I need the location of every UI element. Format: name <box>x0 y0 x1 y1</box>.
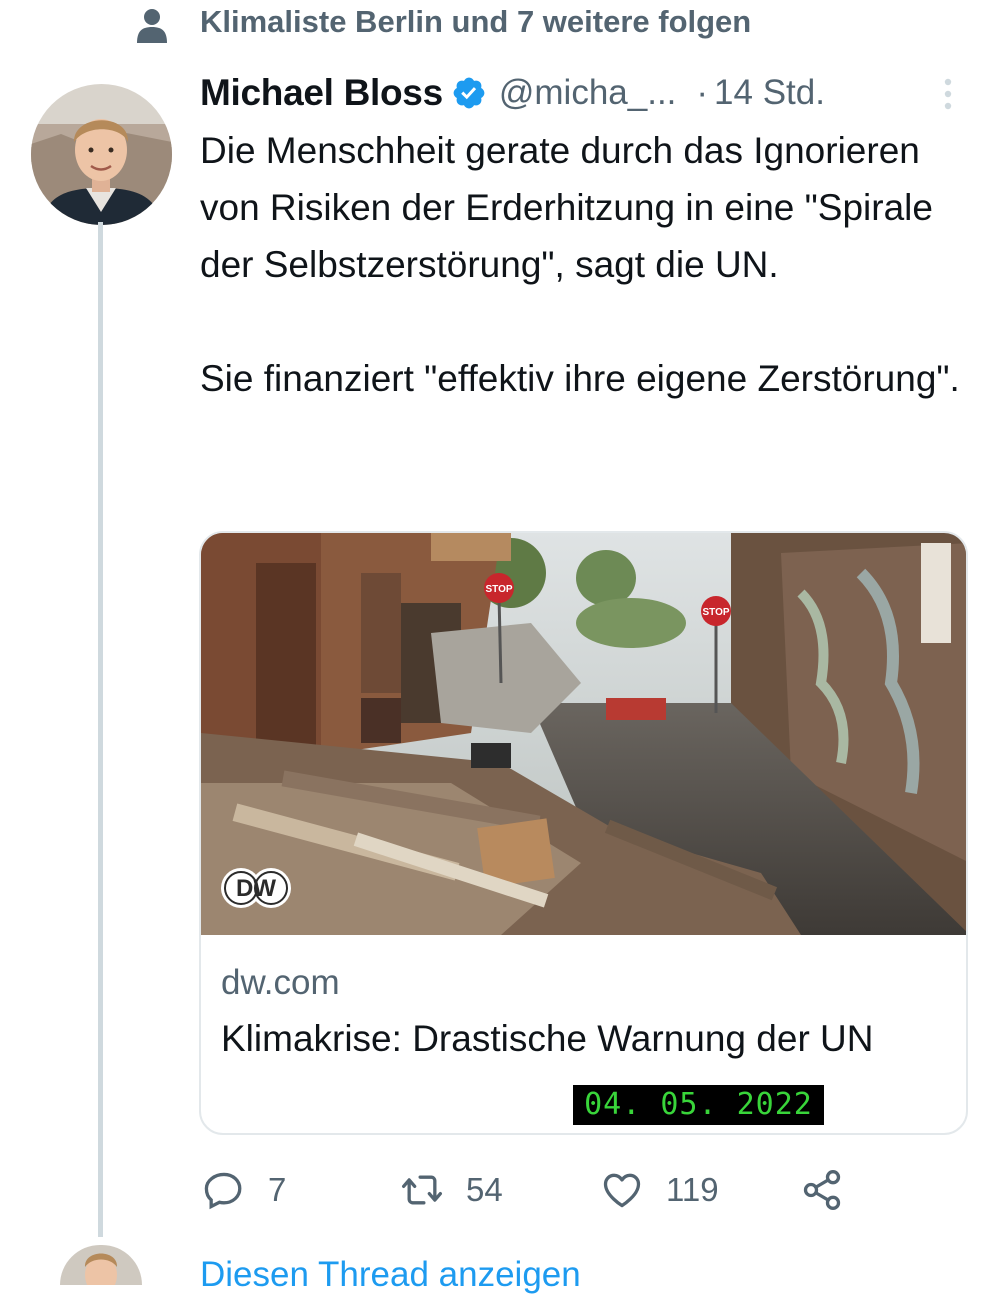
avatar[interactable] <box>31 84 172 225</box>
retweet-icon <box>402 1175 442 1205</box>
social-context-text[interactable]: Klimaliste Berlin und 7 weitere folgen <box>200 4 751 40</box>
card-title: Klimakrise: Drastische Warnung der UN <box>221 1018 874 1059</box>
like-count: 119 <box>666 1171 719 1208</box>
author-name[interactable]: Michael Bloss <box>200 72 443 114</box>
timestamp[interactable]: 14 Std. <box>714 73 825 113</box>
card-domain: dw.com <box>221 963 340 1002</box>
tweet-text: Die Menschheit gerate durch das Ignorier… <box>200 122 980 407</box>
retweet-button[interactable]: 54 <box>400 1168 503 1212</box>
link-card[interactable]: STOP STOP DW dw.com Klimakrise: Drastisc… <box>199 531 968 1135</box>
stop-sign-text: STOP <box>485 584 512 595</box>
share-button[interactable] <box>800 1168 844 1212</box>
person-icon <box>137 9 167 43</box>
stop-sign-text: STOP <box>702 607 729 618</box>
show-thread-link[interactable]: Diesen Thread anzeigen <box>200 1255 581 1295</box>
like-button[interactable]: 119 <box>600 1168 719 1212</box>
separator-dot: · <box>696 73 709 112</box>
reply-icon <box>204 1172 242 1210</box>
verified-badge-icon <box>453 77 485 109</box>
reply-button[interactable]: 7 <box>202 1168 286 1212</box>
retweet-count: 54 <box>466 1171 503 1208</box>
like-icon <box>603 1173 641 1208</box>
tweet-paragraph: Sie finanziert "effektiv ihre eigene Zer… <box>200 358 960 399</box>
dw-logo-text: DW <box>236 875 276 902</box>
tweet-paragraph: Die Menschheit gerate durch das Ignorier… <box>200 130 933 285</box>
thread-line <box>98 222 103 1237</box>
author-handle[interactable]: @micha_... <box>499 73 677 113</box>
tweet-header: Michael Bloss @micha_... · 14 Std. <box>200 70 970 116</box>
share-icon <box>803 1170 841 1210</box>
reply-count: 7 <box>268 1171 287 1208</box>
next-avatar[interactable] <box>60 1245 142 1285</box>
more-icon[interactable] <box>940 76 956 112</box>
date-stamp: 04. 05. 2022 <box>573 1085 824 1125</box>
card-image[interactable]: STOP STOP DW <box>201 533 968 935</box>
